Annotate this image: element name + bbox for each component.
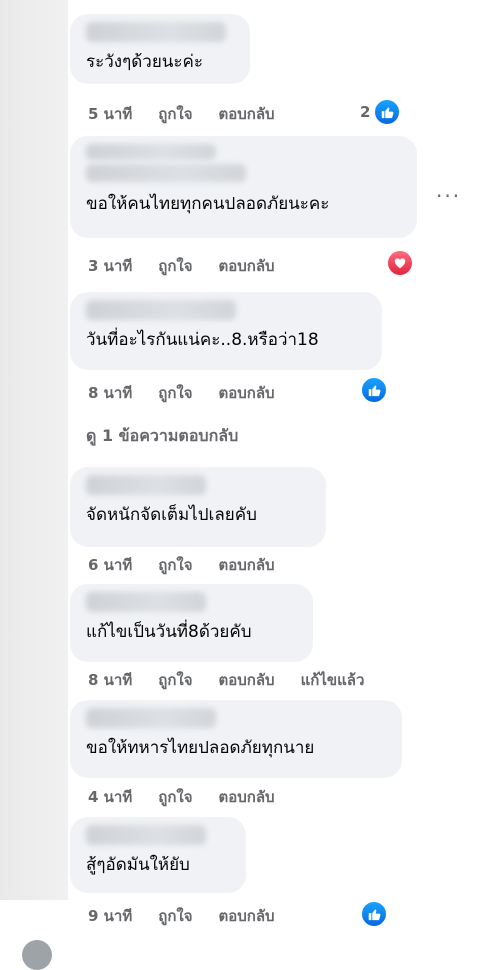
left-panel xyxy=(0,0,68,900)
comment-actions: 8 นาที ถูกใจ ตอบกลับ xyxy=(88,381,275,405)
comment-text: จัดหนักจัดเต็มไปเลยคับ xyxy=(86,505,257,525)
like-button[interactable]: ถูกใจ xyxy=(158,381,192,405)
comment-time[interactable]: 4 นาที xyxy=(88,785,132,809)
comment-time[interactable]: 3 นาที xyxy=(88,254,132,278)
comment-time[interactable]: 8 นาที xyxy=(88,668,132,692)
comment-time[interactable]: 9 นาที xyxy=(88,904,132,928)
reaction-summary[interactable] xyxy=(360,900,388,928)
author-name-blurred[interactable] xyxy=(86,475,206,495)
comment: จัดหนักจัดเต็มไปเลยคับ xyxy=(70,467,326,547)
comment-bubble: สู้ๆอัดมันให้ยับ xyxy=(70,817,246,893)
comment-text: วันที่อะไรกันแน่คะ..8.หรือว่า18 xyxy=(86,330,319,350)
comment: ระวังๆด้วยนะค่ะ xyxy=(70,14,250,84)
comment: วันที่อะไรกันแน่คะ..8.หรือว่า18 xyxy=(70,292,382,370)
comment: แก้ไขเป็นวันที่8ด้วยคับ xyxy=(70,584,313,662)
reply-button[interactable]: ตอบกลับ xyxy=(219,904,275,928)
comment-bubble: ขอให้ทหารไทยปลอดภัยทุกนาย xyxy=(70,700,402,778)
comment-time[interactable]: 5 นาที xyxy=(88,102,132,126)
reaction-summary[interactable] xyxy=(360,376,388,404)
heart-reaction-icon xyxy=(386,249,414,277)
reply-button[interactable]: ตอบกลับ xyxy=(219,254,275,278)
comment-time[interactable]: 8 นาที xyxy=(88,381,132,405)
reply-button[interactable]: ตอบกลับ xyxy=(219,668,275,692)
like-button[interactable]: ถูกใจ xyxy=(158,785,192,809)
comment-time[interactable]: 6 นาที xyxy=(88,553,132,577)
comment-actions: 3 นาที ถูกใจ ตอบกลับ xyxy=(88,254,275,278)
comment-bubble: ขอให้คนไทยทุกคนปลอดภัยนะคะ xyxy=(70,136,417,238)
see-replies-link[interactable]: ดู 1 ข้อความตอบกลับ xyxy=(86,424,238,449)
like-button[interactable]: ถูกใจ xyxy=(158,102,192,126)
like-reaction-icon xyxy=(360,376,388,404)
reply-button[interactable]: ตอบกลับ xyxy=(219,102,275,126)
like-reaction-icon xyxy=(360,900,388,928)
comment-bubble: ระวังๆด้วยนะค่ะ xyxy=(70,14,250,84)
like-button[interactable]: ถูกใจ xyxy=(158,904,192,928)
reply-button[interactable]: ตอบกลับ xyxy=(219,553,275,577)
like-button[interactable]: ถูกใจ xyxy=(158,254,192,278)
comment-text: สู้ๆอัดมันให้ยับ xyxy=(86,855,190,875)
comment-text: ระวังๆด้วยนะค่ะ xyxy=(86,52,204,72)
reaction-count: 2 xyxy=(360,103,371,121)
author-name-blurred[interactable] xyxy=(86,22,226,42)
comment-text: ขอให้คนไทยทุกคนปลอดภัยนะคะ xyxy=(86,194,330,214)
comment: ขอให้คนไทยทุกคนปลอดภัยนะคะ xyxy=(70,136,417,238)
edited-label: แก้ไขแล้ว xyxy=(300,671,365,689)
like-reaction-icon xyxy=(373,98,402,126)
author-name-blurred[interactable] xyxy=(86,300,236,320)
reaction-summary[interactable] xyxy=(386,249,414,277)
comment: สู้ๆอัดมันให้ยับ xyxy=(70,817,246,893)
comment-actions: 6 นาที ถูกใจ ตอบกลับ xyxy=(88,553,275,577)
reply-button[interactable]: ตอบกลับ xyxy=(219,785,275,809)
like-button[interactable]: ถูกใจ xyxy=(158,668,192,692)
comment-text: ขอให้ทหารไทยปลอดภัยทุกนาย xyxy=(86,738,315,758)
comment-actions: 9 นาที ถูกใจ ตอบกลับ xyxy=(88,904,275,928)
comment-bubble: แก้ไขเป็นวันที่8ด้วยคับ xyxy=(70,584,313,662)
comment-bubble: วันที่อะไรกันแน่คะ..8.หรือว่า18 xyxy=(70,292,382,370)
author-name-blurred[interactable] xyxy=(86,708,216,728)
like-button[interactable]: ถูกใจ xyxy=(158,553,192,577)
comment-text: แก้ไขเป็นวันที่8ด้วยคับ xyxy=(86,622,252,642)
avatar[interactable] xyxy=(22,940,52,970)
author-name-blurred[interactable] xyxy=(86,144,216,160)
comment-actions: 8 นาที ถูกใจ ตอบกลับ แก้ไขแล้ว xyxy=(88,668,364,692)
comment-bubble: จัดหนักจัดเต็มไปเลยคับ xyxy=(70,467,326,547)
comment-actions: 4 นาที ถูกใจ ตอบกลับ xyxy=(88,785,275,809)
author-name-blurred[interactable] xyxy=(86,592,206,612)
author-subtitle-blurred xyxy=(86,164,246,182)
reaction-summary[interactable]: 2 xyxy=(360,98,402,126)
author-name-blurred[interactable] xyxy=(86,825,206,845)
comment: ขอให้ทหารไทยปลอดภัยทุกนาย xyxy=(70,700,402,778)
comment-actions: 5 นาที ถูกใจ ตอบกลับ xyxy=(88,102,275,126)
reply-button[interactable]: ตอบกลับ xyxy=(219,381,275,405)
more-options-icon[interactable]: ... xyxy=(436,178,461,202)
